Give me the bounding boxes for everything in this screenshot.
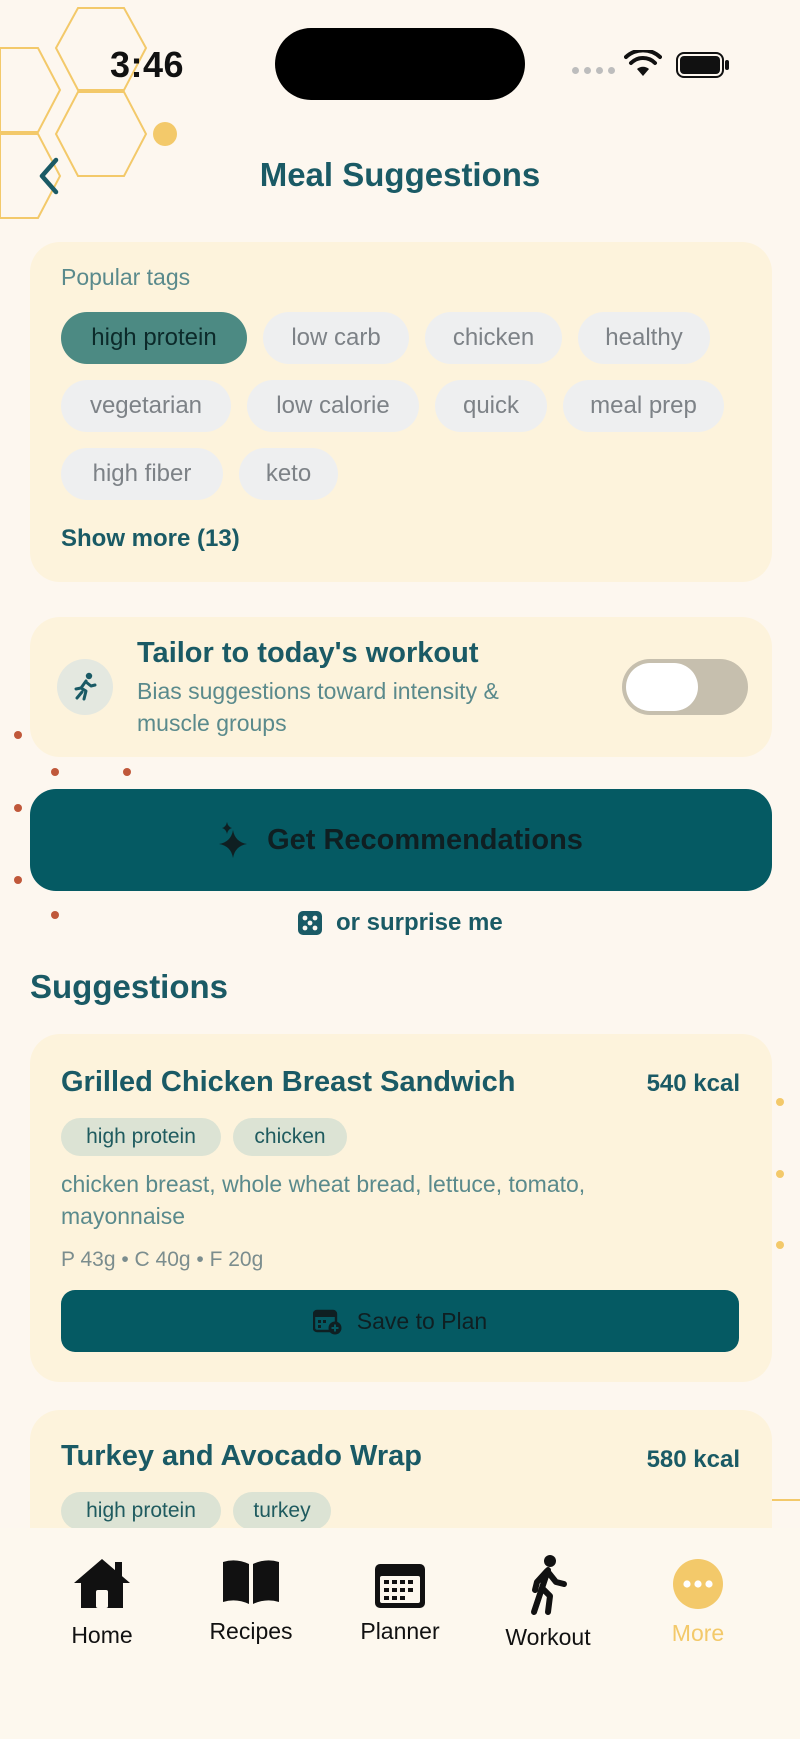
tag-chip-low-calorie[interactable]: low calorie xyxy=(247,380,419,432)
tag-chip-healthy[interactable]: healthy xyxy=(578,312,710,364)
page-title: Meal Suggestions xyxy=(259,156,541,193)
tab-home-label: Home xyxy=(71,1622,133,1648)
save-to-plan-button[interactable]: Save to Plan xyxy=(61,1290,739,1352)
meal-calories: 540 kcal xyxy=(646,1070,740,1097)
tab-workout[interactable]: Workout xyxy=(478,1528,618,1658)
top-header: Meal Suggestions xyxy=(0,140,800,210)
tailor-workout-card: Tailor to today's workout Bias suggestio… xyxy=(30,617,772,757)
walking-icon xyxy=(531,1555,567,1615)
signal-icon xyxy=(572,67,615,74)
meal-tag: turkey xyxy=(233,1492,331,1530)
tag-chip-high-fiber[interactable]: high fiber xyxy=(61,448,223,500)
show-more-tags-link[interactable]: Show more (13) xyxy=(61,525,240,553)
get-recommendations-button[interactable]: Get Recommendations xyxy=(30,789,772,891)
more-icon xyxy=(673,1559,723,1609)
tab-recipes[interactable]: Recipes xyxy=(181,1528,321,1658)
tab-home[interactable]: Home xyxy=(32,1528,172,1658)
meal-macros: P 43g • C 40g • F 20g xyxy=(61,1248,264,1271)
toggle-knob xyxy=(626,663,698,711)
tag-chip-vegetarian[interactable]: vegetarian xyxy=(61,380,231,432)
status-time: 3:46 xyxy=(110,44,185,85)
dynamic-island xyxy=(275,28,525,100)
popular-tags-label: Popular tags xyxy=(61,264,191,290)
sparkle-icon xyxy=(219,822,248,858)
dice-icon xyxy=(298,911,322,935)
bottom-tab-bar: Home Recipes Planner Workout More xyxy=(0,1528,800,1739)
status-bar: 3:46 xyxy=(0,0,800,130)
suggestions-heading: Suggestions xyxy=(30,968,229,1005)
get-recommendations-label: Get Recommendations xyxy=(267,823,583,856)
surprise-me-label: or surprise me xyxy=(336,909,503,936)
book-icon xyxy=(223,1560,279,1604)
tab-recipes-label: Recipes xyxy=(209,1618,293,1644)
tag-chip-keto[interactable]: keto xyxy=(239,448,338,500)
calendar-add-icon xyxy=(312,1309,342,1335)
meal-calories: 580 kcal xyxy=(646,1446,740,1473)
tag-chip-low-carb[interactable]: low carb xyxy=(263,312,409,364)
save-to-plan-label: Save to Plan xyxy=(356,1307,488,1334)
surprise-me-link[interactable]: or surprise me xyxy=(296,906,503,940)
meal-tag: high protein xyxy=(61,1118,221,1156)
meal-name: Grilled Chicken Breast Sandwich xyxy=(61,1066,516,1098)
tag-chip-meal-prep[interactable]: meal prep xyxy=(563,380,724,432)
meal-tag: high protein xyxy=(61,1492,221,1530)
dots-decoration-right xyxy=(770,1098,800,1501)
tag-chip-chicken[interactable]: chicken xyxy=(425,312,562,364)
tailor-description: Bias suggestions toward intensity & musc… xyxy=(137,678,499,736)
tag-chip-high-protein[interactable]: high protein xyxy=(61,312,247,364)
running-icon xyxy=(74,672,97,701)
calendar-icon xyxy=(375,1564,425,1608)
meal-name: Turkey and Avocado Wrap xyxy=(61,1440,422,1472)
tab-workout-label: Workout xyxy=(505,1624,591,1650)
tailor-toggle[interactable] xyxy=(622,659,748,715)
tab-more-label: More xyxy=(671,1620,725,1646)
popular-tags-card: Popular tags high protein low carb chick… xyxy=(30,242,772,582)
home-icon xyxy=(74,1559,130,1608)
tab-planner[interactable]: Planner xyxy=(330,1528,470,1658)
wifi-icon xyxy=(624,50,662,76)
tab-planner-label: Planner xyxy=(360,1618,440,1644)
tab-more[interactable]: More xyxy=(628,1528,768,1658)
meal-tag: chicken xyxy=(233,1118,347,1156)
battery-icon xyxy=(676,52,729,78)
tailor-title: Tailor to today's workout xyxy=(137,637,479,669)
meal-card[interactable]: Grilled Chicken Breast Sandwich 540 kcal… xyxy=(30,1034,772,1382)
tag-chip-quick[interactable]: quick xyxy=(435,380,547,432)
workout-badge xyxy=(57,659,113,715)
meal-ingredients: chicken breast, whole wheat bread, lettu… xyxy=(61,1171,586,1229)
